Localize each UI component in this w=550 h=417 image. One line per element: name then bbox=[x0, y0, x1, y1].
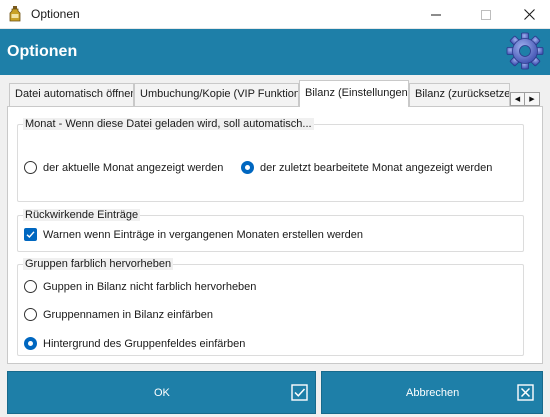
window-title: Optionen bbox=[31, 7, 80, 21]
radio-label: der aktuelle Monat angezeigt werden bbox=[43, 161, 224, 174]
radio-label: Hintergrund des Gruppenfeldes einfärben bbox=[43, 337, 246, 350]
group-monat-title: Monat - Wenn diese Datei geladen wird, s… bbox=[23, 118, 314, 130]
radio-hintergrund-einfaerben[interactable]: Hintergrund des Gruppenfeldes einfärben bbox=[24, 337, 245, 350]
tab-scroll-left-button[interactable]: ◀ bbox=[510, 92, 525, 106]
group-rueckwirkend: Rückwirkende Einträge Warnen wenn Einträ… bbox=[17, 209, 524, 252]
radio-unchecked-icon bbox=[24, 161, 37, 174]
tab-strip: Datei automatisch öffnen Umbuchung/Kopie… bbox=[0, 75, 550, 107]
title-bar: Optionen bbox=[0, 0, 550, 29]
checkbox-warnen[interactable]: Warnen wenn Einträge in vergangenen Mona… bbox=[24, 228, 363, 241]
gear-icon bbox=[506, 32, 544, 70]
dialog-header: Optionen bbox=[0, 29, 550, 75]
tab-scroll-right-button[interactable]: ▶ bbox=[525, 92, 540, 106]
app-bottle-icon bbox=[9, 6, 21, 22]
radio-unchecked-icon bbox=[24, 308, 37, 321]
maximize-icon bbox=[481, 9, 491, 20]
radio-label: Gruppennamen in Bilanz einfärben bbox=[43, 308, 214, 321]
radio-label: Guppen in Bilanz nicht farblich hervorhe… bbox=[43, 280, 257, 293]
minimize-icon bbox=[431, 14, 441, 15]
checkbox-label: Warnen wenn Einträge in vergangenen Mona… bbox=[43, 228, 364, 241]
cancel-button-label: Abbrechen bbox=[406, 387, 460, 399]
checkbox-x-icon bbox=[517, 384, 534, 401]
radio-zuletzt-bearbeitet[interactable]: der zuletzt bearbeitete Monat angezeigt … bbox=[241, 161, 492, 174]
radio-gruppen-nicht-hervorheben[interactable]: Guppen in Bilanz nicht farblich hervorhe… bbox=[24, 280, 256, 293]
checkbox-check-icon bbox=[291, 384, 308, 401]
close-button[interactable] bbox=[506, 0, 550, 29]
radio-aktueller-monat[interactable]: der aktuelle Monat angezeigt werden bbox=[24, 161, 223, 174]
tab-datei-automatisch[interactable]: Datei automatisch öffnen bbox=[9, 83, 134, 106]
header-title: Optionen bbox=[7, 43, 78, 60]
tab-umbuchung-kopie[interactable]: Umbuchung/Kopie (VIP Funktion) bbox=[134, 83, 299, 106]
radio-checked-icon bbox=[24, 337, 37, 350]
group-gruppen: Gruppen farblich hervorheben Guppen in B… bbox=[17, 258, 524, 356]
ok-button[interactable]: OK bbox=[7, 371, 316, 414]
radio-unchecked-icon bbox=[24, 280, 37, 293]
radio-gruppennamen-einfaerben[interactable]: Gruppennamen in Bilanz einfärben bbox=[24, 308, 213, 321]
ok-button-label: OK bbox=[154, 387, 170, 399]
group-monat: Monat - Wenn diese Datei geladen wird, s… bbox=[17, 118, 524, 202]
cancel-button[interactable]: Abbrechen bbox=[321, 371, 543, 414]
tab-bilanz-zuruecksetzen[interactable]: Bilanz (zurücksetzen) bbox=[409, 83, 510, 106]
minimize-button[interactable] bbox=[413, 0, 459, 29]
checkbox-checked-icon bbox=[24, 228, 37, 241]
group-gruppen-title: Gruppen farblich hervorheben bbox=[23, 258, 174, 270]
radio-checked-icon bbox=[241, 161, 254, 174]
tab-bilanz-einstellungen[interactable]: Bilanz (Einstellungen) bbox=[299, 80, 409, 107]
group-rueckwirkend-title: Rückwirkende Einträge bbox=[23, 209, 141, 221]
maximize-button[interactable] bbox=[463, 0, 509, 29]
close-icon bbox=[523, 9, 535, 20]
tab-scroll-buttons: ◀ ▶ bbox=[510, 92, 540, 106]
radio-label: der zuletzt bearbeitete Monat angezeigt … bbox=[260, 161, 493, 174]
